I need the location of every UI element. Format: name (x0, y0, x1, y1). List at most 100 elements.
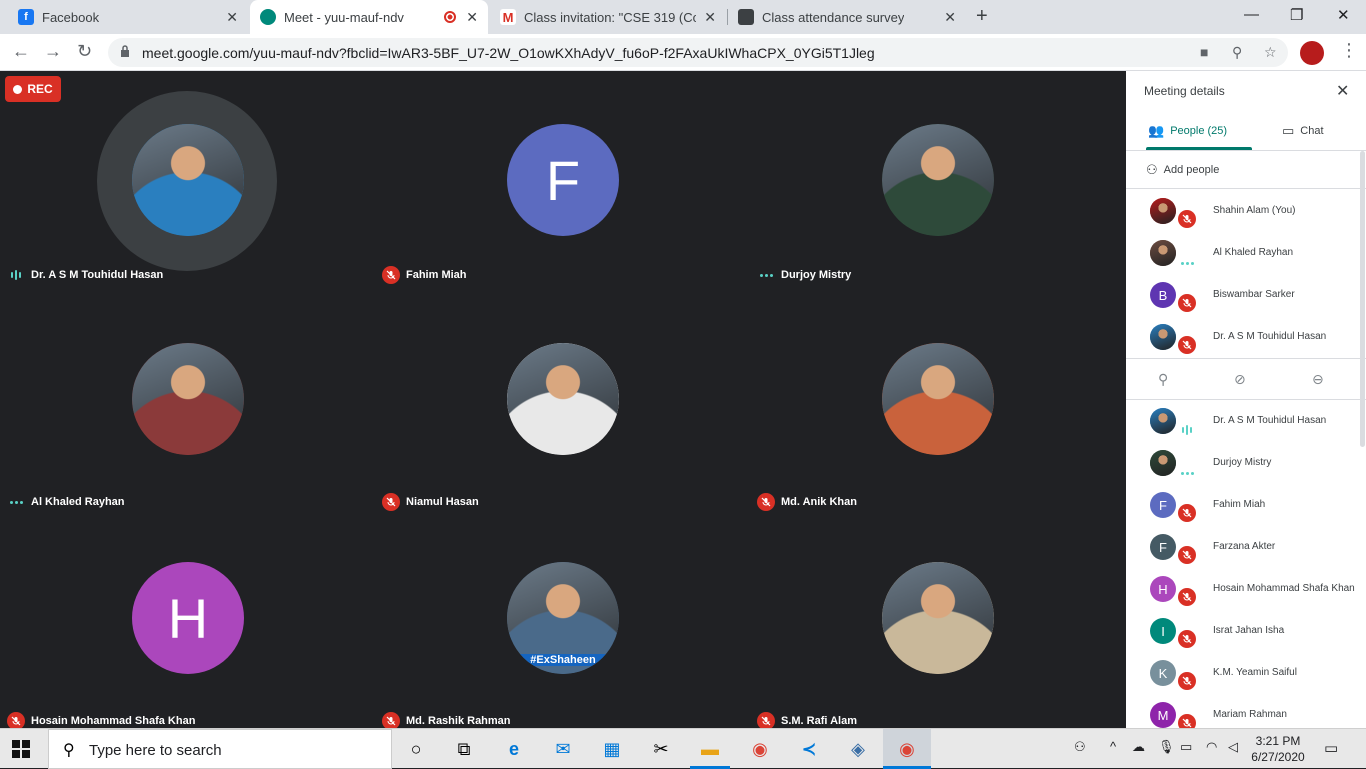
participant-tile[interactable]: H Hosain Mohammad Shafa Khan (0, 509, 375, 730)
participant-list-item[interactable]: Durjoy Mistry (1126, 442, 1360, 484)
participant-list-item[interactable]: I Israt Jahan Isha (1126, 610, 1360, 652)
speaking-icon (1178, 421, 1196, 439)
close-panel-icon[interactable]: ✕ (1336, 81, 1349, 101)
audio-idle-icon (1178, 465, 1196, 483)
tab-facebook[interactable]: f Facebook ✕ (8, 0, 248, 34)
mic-off-icon (1178, 714, 1196, 728)
participant-avatar (1150, 324, 1176, 350)
participant-tile[interactable]: S.M. Rafi Alam (750, 509, 1125, 730)
minimize-icon[interactable]: — (1244, 6, 1259, 23)
participant-avatar: H (132, 562, 244, 674)
pin-icon[interactable]: ⚲ (1158, 371, 1168, 388)
tab-meet[interactable]: Meet - yuu-mauf-ndv ✕ (250, 0, 488, 34)
notifications-icon[interactable]: ▭ (1324, 739, 1338, 757)
status-badge (1178, 588, 1196, 607)
participant-list-item[interactable]: Shahin Alam (You) (1126, 190, 1360, 232)
participant-list-item[interactable]: B Biswambar Sarker (1126, 274, 1360, 316)
zoom-icon[interactable]: ⚲ (1232, 44, 1242, 61)
gmail-icon: M (500, 9, 516, 25)
volume-icon[interactable]: ◁ (1228, 739, 1238, 755)
participant-name: Durjoy Mistry (757, 266, 851, 284)
avatar-photo (1150, 240, 1176, 266)
participant-list-item[interactable]: Dr. A S M Touhidul Hasan (1126, 316, 1360, 358)
participant-list-item[interactable]: Al Khaled Rayhan (1126, 232, 1360, 274)
onedrive-icon[interactable]: ☁ (1132, 739, 1145, 755)
close-tab-icon[interactable]: ✕ (226, 9, 238, 26)
add-people-button[interactable]: ⚇ Add people (1146, 162, 1219, 178)
tray-expand-icon[interactable]: ^ (1110, 739, 1116, 754)
cortana-icon[interactable]: ○ (403, 737, 429, 761)
edge-icon[interactable]: e (501, 737, 527, 761)
back-icon[interactable]: ← (12, 41, 30, 62)
panel-scrollbar[interactable] (1360, 151, 1365, 447)
participant-avatar: K (1150, 660, 1176, 686)
task-view-icon[interactable]: ⧉ (451, 737, 477, 761)
chrome-active-icon[interactable]: ◉ (894, 737, 920, 761)
recording-dot-icon (444, 11, 456, 23)
profile-avatar[interactable] (1300, 41, 1324, 65)
divider (1126, 188, 1366, 189)
people-tray-icon[interactable]: ⚇ (1074, 739, 1086, 755)
reload-icon[interactable]: ↻ (77, 41, 92, 62)
close-tab-icon[interactable]: ✕ (944, 9, 956, 26)
participant-tile[interactable]: Niamul Hasan (375, 290, 750, 511)
avatar-photo (882, 343, 994, 455)
remove-participant-icon[interactable]: ⊖ (1312, 371, 1324, 388)
participant-avatar (507, 343, 619, 455)
snipping-tool-icon[interactable]: ✂ (648, 737, 674, 761)
participant-tile[interactable]: Dr. A S M Touhidul Hasan (0, 71, 375, 290)
browser-menu-icon[interactable]: ⋮ (1340, 40, 1358, 61)
microphone-tray-icon[interactable]: 🎙 (1158, 739, 1175, 755)
taskbar-search[interactable]: ⚲ Type here to search (48, 729, 392, 769)
participant-list-item[interactable]: K K.M. Yeamin Saiful (1126, 652, 1360, 694)
address-bar[interactable]: meet.google.com/yuu-mauf-ndv?fbclid=IwAR… (108, 38, 1288, 67)
close-tab-icon[interactable]: ✕ (466, 9, 478, 26)
close-tab-icon[interactable]: ✕ (704, 9, 716, 26)
vscode-icon[interactable]: ≺ (796, 737, 822, 761)
participant-name: Dr. A S M Touhidul Hasan (7, 266, 163, 284)
taskbar-clock[interactable]: 3:21 PM 6/27/2020 (1250, 733, 1306, 765)
participant-tile[interactable]: #ExShaheen Md. Rashik Rahman (375, 509, 750, 730)
participant-tile[interactable]: Al Khaled Rayhan (0, 290, 375, 509)
camera-icon[interactable]: ■ (1200, 44, 1208, 60)
tab-classroom[interactable]: Class attendance survey ✕ (728, 0, 966, 34)
participant-list-item[interactable]: F Farzana Akter (1126, 526, 1360, 568)
participant-list-item[interactable]: M Mariam Rahman (1126, 694, 1360, 728)
file-explorer-icon[interactable]: ▬ (697, 737, 723, 761)
participant-tile[interactable]: Durjoy Mistry (750, 71, 1125, 290)
participant-list-item[interactable]: H Hosain Mohammad Shafa Khan (1126, 568, 1360, 610)
wifi-icon[interactable]: ◠ (1206, 739, 1217, 755)
battery-icon[interactable]: ▭ (1180, 739, 1192, 755)
app-icon[interactable]: ◈ (845, 737, 871, 761)
windows-taskbar: ⚲ Type here to search ○ ⧉ e ✉ ▦ ✂ ▬ ◉ ≺ … (0, 728, 1366, 769)
participant-list-item[interactable]: Dr. A S M Touhidul Hasan (1126, 400, 1360, 442)
chat-icon: ▭ (1282, 123, 1295, 138)
tab-chat[interactable]: ▭ Chat (1282, 123, 1324, 139)
participant-name: Fahim Miah (382, 266, 467, 284)
new-tab-icon[interactable]: + (976, 5, 988, 28)
status-badge (1178, 420, 1196, 439)
mute-participant-icon[interactable]: ⊘ (1234, 371, 1246, 388)
mail-icon[interactable]: ✉ (550, 737, 576, 761)
participant-tile[interactable]: Md. Anik Khan (750, 290, 1125, 511)
avatar-photo (132, 124, 244, 236)
bookmark-star-icon[interactable]: ☆ (1264, 44, 1277, 61)
participant-avatar (882, 343, 994, 455)
participant-tile[interactable]: F Fahim Miah (375, 71, 750, 290)
participant-list-item[interactable]: F Fahim Miah (1126, 484, 1360, 526)
tab-people[interactable]: 👥 People (25) (1148, 123, 1227, 139)
mic-off-icon (1178, 546, 1196, 564)
window-close-icon[interactable]: ✕ (1337, 6, 1350, 24)
status-badge (1178, 672, 1196, 691)
maximize-icon[interactable]: ❐ (1290, 6, 1303, 24)
windows-start-icon[interactable] (12, 740, 30, 758)
status-badge (1178, 210, 1196, 229)
store-icon[interactable]: ▦ (599, 737, 625, 761)
status-badge (1178, 294, 1196, 313)
forward-icon[interactable]: → (44, 41, 62, 62)
tab-gmail[interactable]: M Class invitation: "CSE 319 (Compu ✕ (490, 0, 726, 34)
avatar-photo (132, 343, 244, 455)
status-badge (1178, 546, 1196, 565)
chrome-icon[interactable]: ◉ (747, 737, 773, 761)
status-badge (1178, 504, 1196, 523)
